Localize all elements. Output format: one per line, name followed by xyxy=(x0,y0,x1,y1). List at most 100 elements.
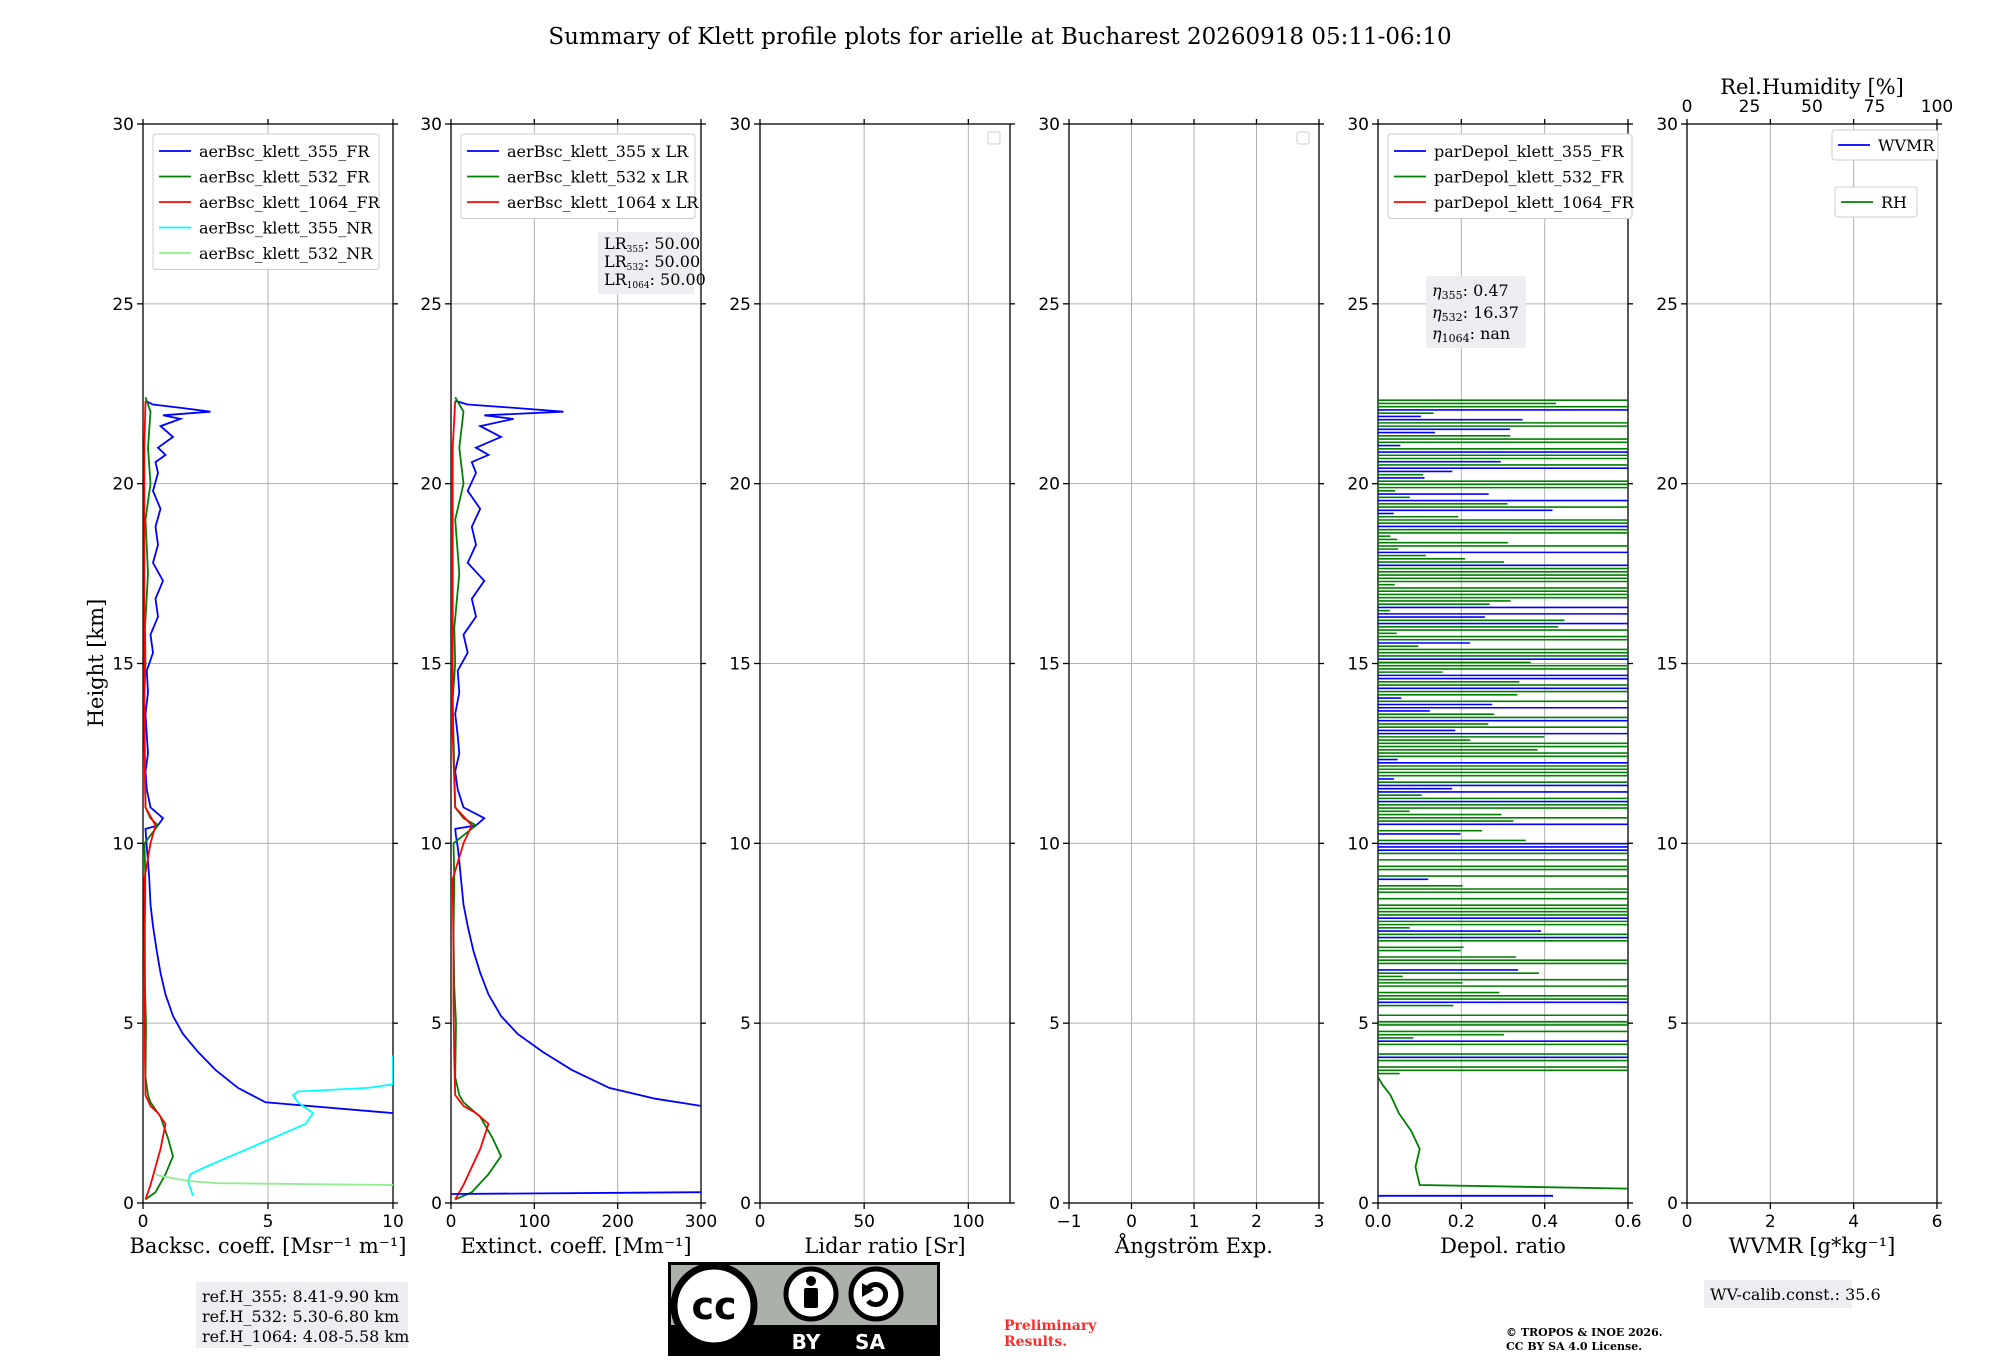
y-tick-label: 0 xyxy=(740,1194,751,1214)
series-line-aerbsc-klett-1064-fr xyxy=(143,400,167,1200)
series-line-aerbsc-klett-355-nr xyxy=(187,1055,393,1197)
x-tick-label: 200 xyxy=(601,1212,633,1232)
legend-ext: aerBsc_klett_355 x LR aerBsc_klett_532 x … xyxy=(460,133,699,219)
legend-label: RH xyxy=(1881,193,1907,212)
preliminary-line-1: Preliminary xyxy=(1004,1318,1097,1334)
y-axis-label: Height [km] xyxy=(84,599,108,728)
y-tick-label: 30 xyxy=(1656,115,1678,135)
legend-label: aerBsc_klett_532_NR xyxy=(199,244,373,263)
x-tick-label: 100 xyxy=(518,1212,550,1232)
y-tick-label: 5 xyxy=(740,1014,751,1034)
y-tick-label: 5 xyxy=(431,1014,442,1034)
x-tick-label: 300 xyxy=(685,1212,717,1232)
wv-calib-text: WV-calib.const.: 35.6 xyxy=(1710,1285,1881,1304)
y-tick-label: 15 xyxy=(1347,655,1369,675)
y-tick-label: 10 xyxy=(112,834,134,854)
cc-letters: cc xyxy=(691,1284,736,1328)
ref-h-532: ref.H_532: 5.30-6.80 km xyxy=(202,1307,399,1326)
y-tick-label: 10 xyxy=(420,834,442,854)
legend-label: WVMR xyxy=(1878,136,1935,155)
panel-lr: 0 5 10 15 20 25 30 0 50 100Lidar ratio [Sr] xyxy=(729,115,1015,1258)
y-tick-label: 25 xyxy=(729,295,751,315)
y-tick-label: 10 xyxy=(1656,834,1678,854)
x-tick-label: 0.0 xyxy=(1364,1212,1391,1232)
share-alike-icon xyxy=(848,1266,904,1322)
empty-legend-box xyxy=(987,131,1001,145)
x-tick-label: 2 xyxy=(1251,1212,1262,1232)
series-line-aerbsc-klett-355-fr xyxy=(144,400,393,1114)
x-tick-label: 0 xyxy=(138,1212,149,1232)
legend-label: aerBsc_klett_1064 x LR xyxy=(507,193,699,212)
y-tick-label: 15 xyxy=(1038,655,1060,675)
top-x-axis-label: Rel.Humidity [%] xyxy=(1720,75,1904,99)
x-axis-label: WVMR [g*kg⁻¹] xyxy=(1729,1234,1896,1258)
legend-label: aerBsc_klett_532_FR xyxy=(199,168,370,187)
figure-title: Summary of Klett profile plots for ariel… xyxy=(548,24,1451,50)
y-tick-label: 15 xyxy=(420,655,442,675)
legend-label: aerBsc_klett_1064_FR xyxy=(199,193,381,212)
series-group xyxy=(451,396,701,1201)
legend-label: aerBsc_klett_355 x LR xyxy=(507,142,689,161)
legend-label: parDepol_klett_532_FR xyxy=(1434,168,1625,187)
x-tick-label: 10 xyxy=(382,1212,404,1232)
legend-wv: WVMR RH xyxy=(1831,129,1939,218)
y-tick-label: 15 xyxy=(729,655,751,675)
top-x-tick-label: 25 xyxy=(1739,97,1761,117)
y-tick-label: 5 xyxy=(1358,1014,1369,1034)
y-tick-label: 30 xyxy=(729,115,751,135)
ref-heights-box: ref.H_355: 8.41-9.90 km ref.H_532: 5.30-… xyxy=(196,1282,409,1348)
y-tick-label: 0 xyxy=(431,1194,442,1214)
y-tick-label: 25 xyxy=(112,295,134,315)
x-tick-label: 1 xyxy=(1189,1212,1200,1232)
x-tick-label: 0.2 xyxy=(1448,1212,1475,1232)
lr-1064-text: LR1064: 50.00 xyxy=(604,270,706,291)
y-tick-label: 5 xyxy=(1049,1014,1060,1034)
y-tick-label: 30 xyxy=(112,115,134,135)
copyright-line-2: CC BY SA 4.0 License. xyxy=(1506,1340,1642,1353)
person-icon-body xyxy=(804,1288,818,1308)
top-x-tick-label: 0 xyxy=(1682,97,1693,117)
y-tick-label: 5 xyxy=(1667,1014,1678,1034)
series-group xyxy=(143,397,393,1201)
legend-label: aerBsc_klett_532 x LR xyxy=(507,168,689,187)
wv-calib-box: WV-calib.const.: 35.6 xyxy=(1704,1280,1881,1308)
x-tick-label: 4 xyxy=(1848,1212,1859,1232)
series-line-aerbsc-klett-532-nr xyxy=(155,1173,393,1186)
x-tick-label: 0 xyxy=(755,1212,766,1232)
empty-legend-box xyxy=(1296,131,1310,145)
y-tick-label: 25 xyxy=(1347,295,1369,315)
y-tick-label: 15 xyxy=(112,655,134,675)
x-tick-label: 0 xyxy=(1682,1212,1693,1232)
x-tick-label: 3 xyxy=(1314,1212,1325,1232)
x-tick-label: 6 xyxy=(1932,1212,1943,1232)
y-tick-label: 25 xyxy=(420,295,442,315)
panels: 0510152025300 5 10Backsc. coeff. [Msr⁻¹ m⁻… xyxy=(84,75,1953,1258)
legend-label: parDepol_klett_1064_FR xyxy=(1434,193,1635,212)
y-tick-label: 30 xyxy=(1038,115,1060,135)
y-tick-label: 25 xyxy=(1038,295,1060,315)
y-tick-label: 0 xyxy=(1049,1194,1060,1214)
x-axis-label: Depol. ratio xyxy=(1440,1234,1566,1258)
y-tick-label: 20 xyxy=(1347,475,1369,495)
sa-icon-circle xyxy=(848,1266,904,1322)
x-tick-label: 0 xyxy=(446,1212,457,1232)
series-line-aerbsc-klett-1064-x-lr xyxy=(451,400,490,1200)
ref-h-1064: ref.H_1064: 4.08-5.58 km xyxy=(202,1327,409,1346)
x-tick-label: 0 xyxy=(1126,1212,1137,1232)
y-tick-label: 20 xyxy=(1656,475,1678,495)
y-tick-label: 20 xyxy=(729,475,751,495)
y-tick-label: 30 xyxy=(420,115,442,135)
series-line-aerbsc-klett-355-x-lr-near-ground- xyxy=(451,1191,701,1195)
legend-label: aerBsc_klett_355_FR xyxy=(199,142,370,161)
panel-bsc: 0510152025300 5 10Backsc. coeff. [Msr⁻¹ m⁻… xyxy=(112,115,406,1258)
preliminary-line-2: Results. xyxy=(1004,1334,1067,1350)
cc-by-text: BY xyxy=(792,1330,821,1354)
y-tick-label: 0 xyxy=(1667,1194,1678,1214)
top-x-tick-label: 100 xyxy=(1921,97,1953,117)
y-tick-label: 10 xyxy=(1347,834,1369,854)
y-tick-label: 0 xyxy=(123,1194,134,1214)
x-tick-label: 100 xyxy=(952,1212,984,1232)
eta-info-box: η355: 0.47 η532: 16.37 η1064: nan xyxy=(1426,276,1526,348)
series-group xyxy=(1378,399,1628,1197)
y-tick-label: 20 xyxy=(420,475,442,495)
